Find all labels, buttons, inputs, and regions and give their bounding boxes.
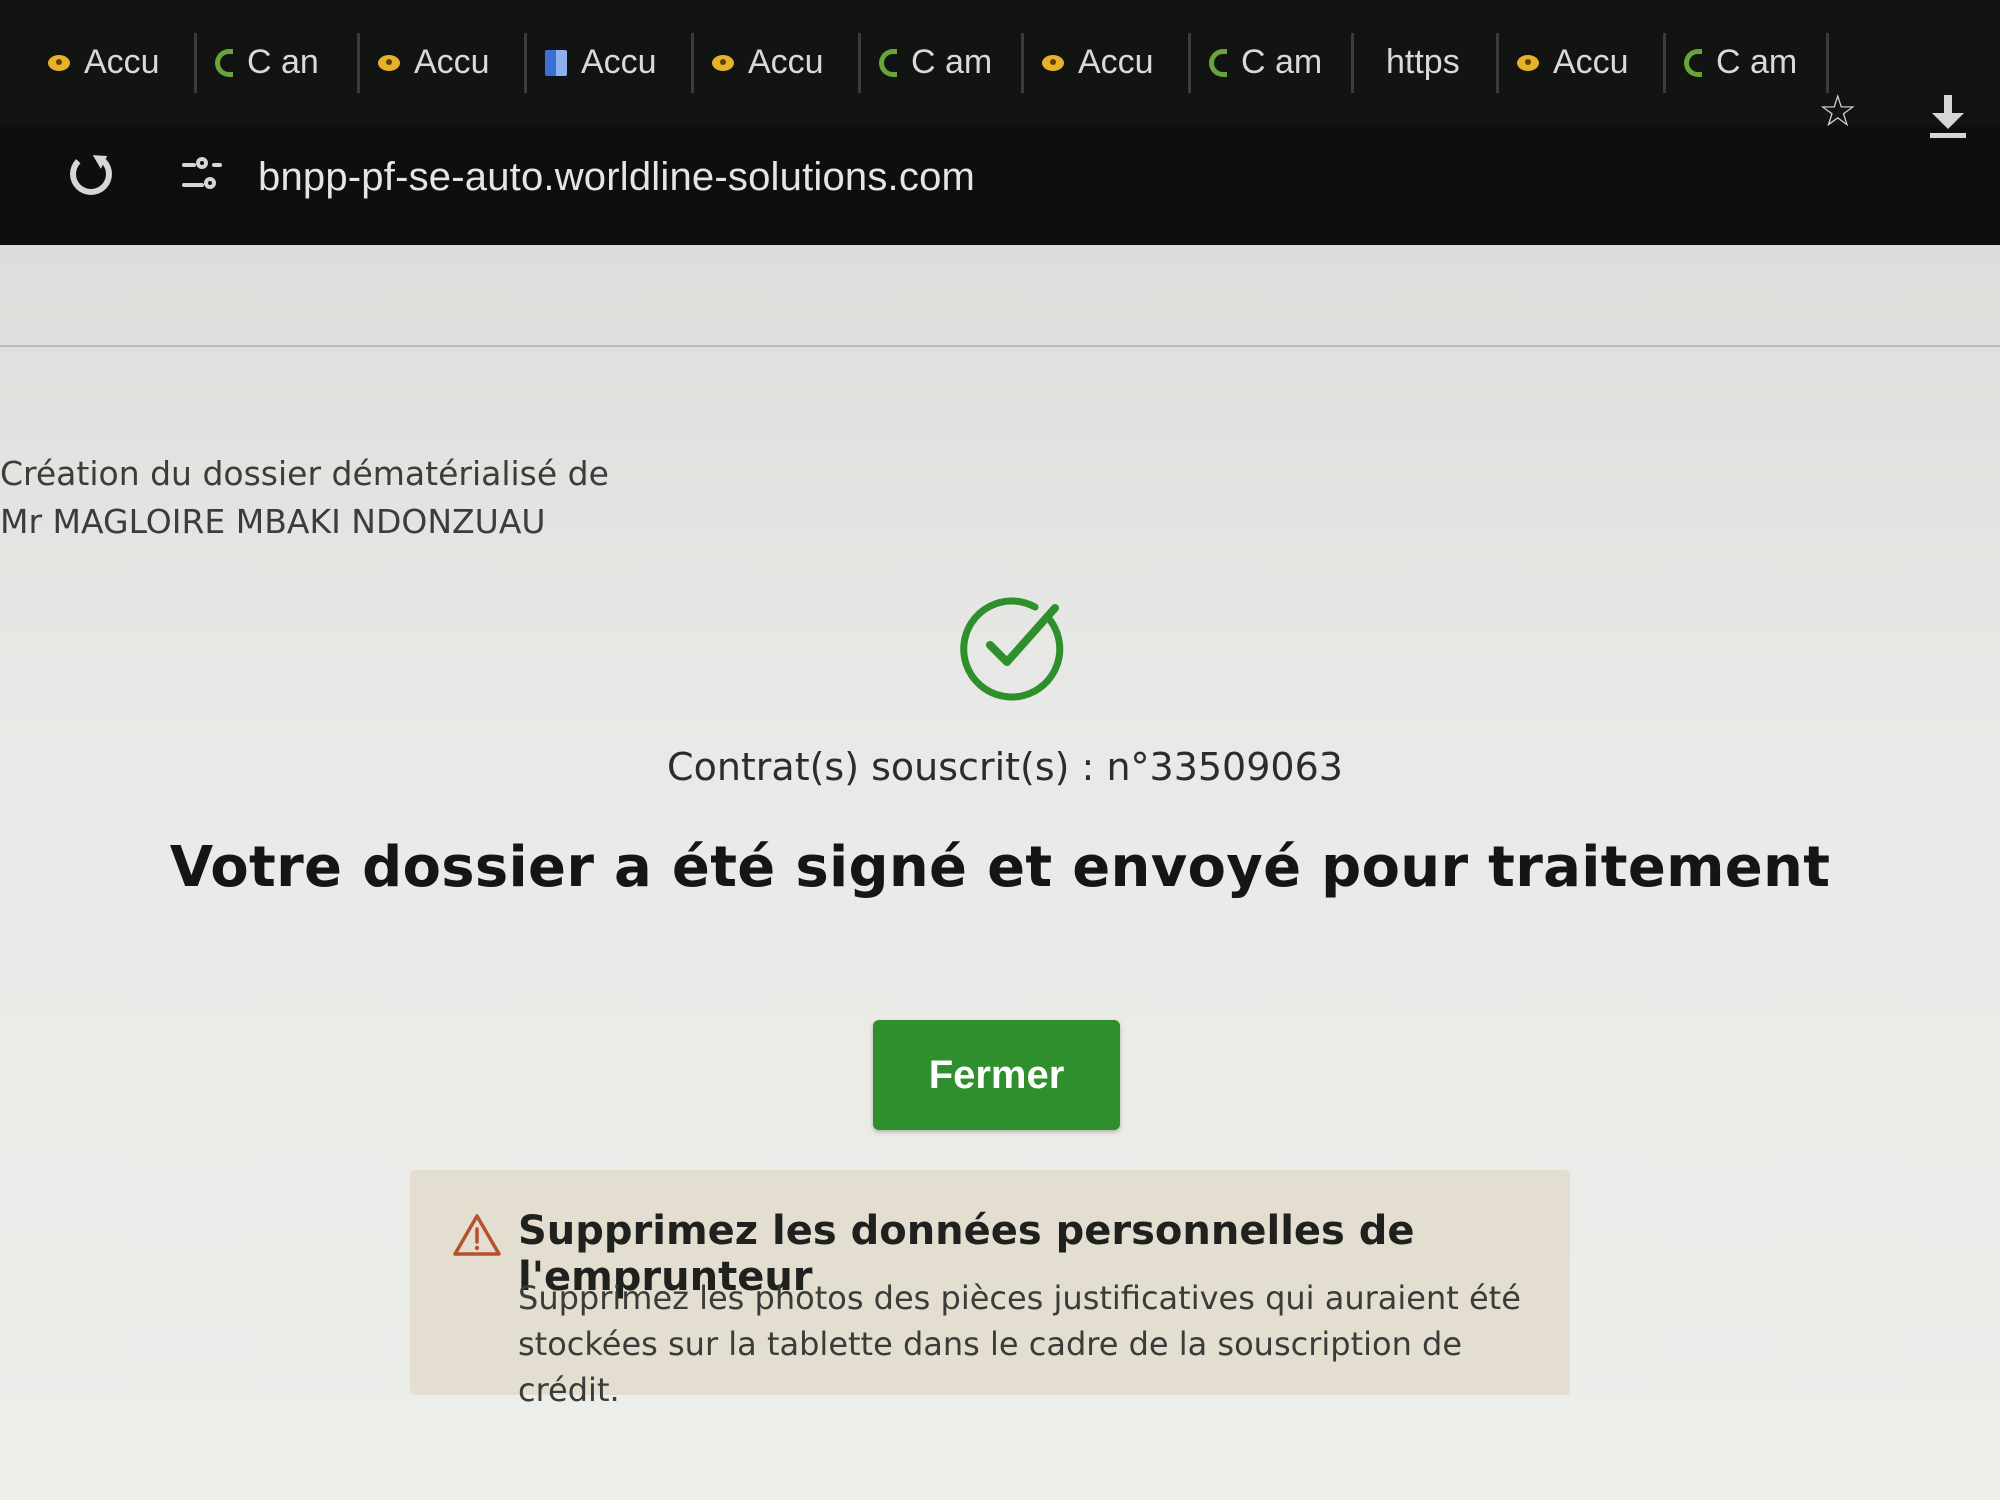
tab-label: C am — [1716, 43, 1796, 81]
header-divider — [0, 345, 2000, 347]
dossier-title: Création du dossier dématérialisé de Mr … — [0, 450, 609, 546]
browser-tab[interactable]: C am — [1666, 32, 1829, 93]
cam-favicon-icon — [215, 48, 233, 77]
warning-triangle-icon — [453, 1214, 501, 1256]
browser-tab[interactable]: Accu — [527, 32, 694, 93]
browser-tab[interactable]: https — [1354, 32, 1499, 93]
accu-favicon-icon — [378, 54, 400, 71]
browser-tab[interactable]: C an — [197, 32, 360, 93]
site-settings-icon[interactable] — [182, 157, 222, 193]
accu-favicon-icon — [712, 54, 734, 71]
bookmark-star-icon[interactable]: ☆ — [1818, 90, 1857, 134]
close-button[interactable]: Fermer — [873, 1020, 1120, 1130]
browser-tab[interactable]: Accu — [694, 32, 861, 93]
browser-toolbar: bnpp-pf-se-auto.worldline-solutions.com — [0, 125, 2000, 245]
cam-favicon-icon — [879, 48, 897, 77]
success-check-icon — [960, 597, 1064, 701]
reload-icon[interactable] — [70, 153, 112, 195]
tab-strip: Accu C an Accu Accu Accu C am Accu C am https Acc… — [0, 0, 2000, 125]
browser-tab[interactable]: Accu — [1499, 32, 1666, 93]
confirmation-headline: Votre dossier a été signé et envoyé pour… — [169, 835, 1831, 900]
borrower-name: Mr MAGLOIRE MBAKI NDONZUAU — [0, 502, 546, 541]
accu-favicon-icon — [1517, 54, 1539, 71]
grid-favicon-icon — [545, 49, 567, 76]
browser-tab[interactable]: C am — [861, 32, 1024, 93]
cam-favicon-icon — [1684, 48, 1702, 77]
tab-label: Accu — [748, 43, 824, 81]
address-bar[interactable]: bnpp-pf-se-auto.worldline-solutions.com — [258, 155, 975, 200]
tab-label: C am — [1241, 43, 1321, 81]
tab-label: Accu — [1078, 43, 1154, 81]
browser-tab[interactable]: Accu — [1024, 32, 1191, 93]
accu-favicon-icon — [1042, 54, 1064, 71]
browser-tab[interactable]: C am — [1191, 32, 1354, 93]
tab-label: C an — [247, 43, 319, 81]
tab-label: Accu — [414, 43, 490, 81]
browser-tab[interactable]: Accu — [30, 32, 197, 93]
tab-label: Accu — [84, 43, 160, 81]
warning-notice: Supprimez les données personnelles de l'… — [410, 1170, 1570, 1409]
dossier-title-line1: Création du dossier dématérialisé de — [0, 454, 609, 493]
tab-label: https — [1386, 43, 1460, 81]
tab-label: C am — [911, 43, 991, 81]
accu-favicon-icon — [48, 54, 70, 71]
download-icon[interactable] — [1930, 95, 1966, 139]
tab-label: Accu — [1553, 43, 1629, 81]
contract-number: Contrat(s) souscrit(s) : n°33509063 — [667, 745, 1343, 789]
browser-tab[interactable]: Accu — [360, 32, 527, 93]
tab-label: Accu — [581, 43, 657, 81]
cam-favicon-icon — [1209, 48, 1227, 77]
warning-text: Supprimez les photos des pièces justific… — [518, 1279, 1521, 1409]
page-content: Création du dossier dématérialisé de Mr … — [0, 245, 2000, 1500]
